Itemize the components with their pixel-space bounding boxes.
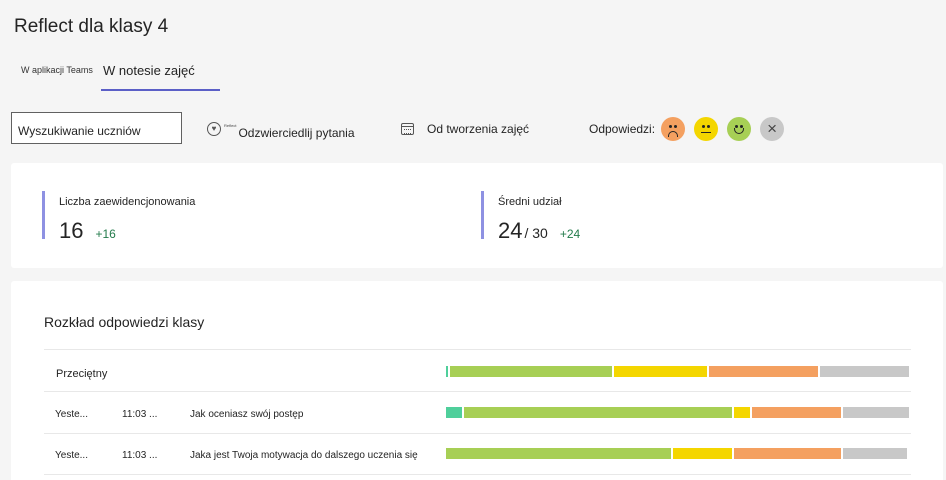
checkins-stat: Liczba zaewidencjonowania 16 +16 — [42, 191, 196, 243]
divider — [44, 349, 911, 350]
sad-face-icon[interactable] — [661, 117, 686, 141]
calendar-icon — [401, 123, 414, 135]
neutral-face-icon[interactable] — [694, 117, 719, 141]
heart-icon: ♥ — [207, 122, 221, 136]
checkins-value: 16 — [59, 218, 84, 243]
average-distribution-bar — [446, 366, 911, 377]
participation-stat: Średni udział 24 / 30 +24 — [481, 191, 581, 243]
divider — [44, 391, 911, 392]
page-title: Reflect dla klasy 4 — [14, 16, 169, 37]
happy-face-icon[interactable] — [727, 117, 752, 141]
checkins-delta: +16 — [95, 227, 116, 241]
responses-label: Odpowiedzi: — [589, 122, 656, 136]
row-date: Yeste... — [55, 450, 88, 461]
yellow-segment — [734, 407, 750, 418]
orange-segment — [709, 366, 818, 377]
yellow-segment — [614, 366, 707, 377]
tab-teams[interactable]: W aplikacji Teams — [21, 65, 93, 75]
row-question[interactable]: Jaka jest Twoja motywacja do dalszego uc… — [190, 450, 418, 461]
close-icon[interactable]: × — [760, 117, 785, 141]
question-distribution-bar — [446, 448, 909, 459]
row-question[interactable]: Jak oceniasz swój postęp — [190, 409, 303, 420]
teal-segment — [446, 366, 448, 377]
date-filter-label: Od tworzenia zajęć — [427, 122, 530, 136]
green-segment — [464, 407, 732, 418]
summary-card: Liczba zaewidencjonowania 16 +16 Średni … — [11, 163, 943, 268]
question-distribution-bar — [446, 407, 911, 418]
gray-segment — [843, 448, 907, 459]
responses-filter: Odpowiedzi: × — [589, 117, 793, 141]
yellow-segment — [673, 448, 732, 459]
participation-label: Średni udział — [498, 196, 562, 208]
gray-segment — [820, 366, 909, 377]
participation-delta: +24 — [559, 227, 581, 241]
row-time: 11:03 ... — [122, 450, 158, 461]
reflect-logo-text: Reflect — [224, 123, 237, 128]
participation-total: / 30 — [524, 225, 548, 241]
average-row-label: Przeciętny — [56, 368, 108, 380]
distribution-title: Rozkład odpowiedzi klasy — [44, 314, 205, 330]
tab-class-notebook[interactable]: W notesie zajęć — [101, 62, 220, 91]
green-segment — [450, 366, 612, 377]
divider — [44, 474, 911, 475]
distribution-card: Rozkład odpowiedzi klasy Przeciętny Yest… — [11, 281, 943, 480]
participation-value: 24 — [498, 218, 523, 243]
orange-segment — [734, 448, 841, 459]
questions-filter[interactable]: ♥ Reflect Odzwierciedlij pytania — [207, 120, 355, 140]
date-filter[interactable]: Od tworzenia zajęć — [401, 122, 529, 136]
divider — [44, 433, 911, 434]
gray-segment — [843, 407, 909, 418]
checkins-label: Liczba zaewidencjonowania — [59, 196, 196, 208]
row-date: Yeste... — [55, 409, 88, 420]
green-segment — [446, 448, 671, 459]
student-search-input[interactable]: Wyszukiwanie uczniów — [11, 112, 182, 144]
teal-segment — [446, 407, 462, 418]
orange-segment — [752, 407, 841, 418]
questions-filter-label: Odzwierciedlij pytania — [238, 126, 355, 140]
row-time: 11:03 ... — [122, 409, 158, 420]
